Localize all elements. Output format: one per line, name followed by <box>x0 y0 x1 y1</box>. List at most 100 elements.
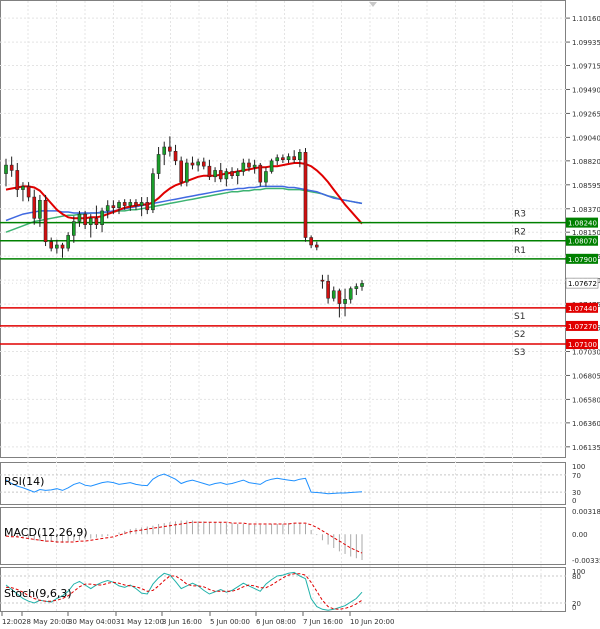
indicator-tick-label: 80 <box>572 573 581 581</box>
candle-body <box>105 205 110 212</box>
price-tick-label: 1.06580 <box>572 396 600 404</box>
level-name-r2: R2 <box>514 228 526 238</box>
time-tick-label: 12:00 <box>2 618 22 626</box>
candle-body <box>49 241 54 249</box>
current-price-label: 1.07672 <box>568 280 597 288</box>
level-price-label: 1.07270 <box>568 323 597 331</box>
macd-label: MACD(12,26,9) <box>4 526 88 539</box>
indicator-tick-label: 100 <box>572 463 585 471</box>
level-name-r1: R1 <box>514 246 526 256</box>
candle-body <box>303 152 308 238</box>
candle-body <box>162 146 167 155</box>
price-tick-label: 1.09265 <box>572 110 600 118</box>
candle-body <box>134 202 138 206</box>
indicator-tick-label: 0 <box>572 497 576 505</box>
candle-body <box>360 283 364 287</box>
candle-body <box>145 202 150 211</box>
price-tick-label: 1.08820 <box>572 158 600 166</box>
forex-chart: R3R2R1S1S2S3 RSI(14)10070300 MACD(12,26,… <box>0 0 600 626</box>
candle-body <box>275 157 280 162</box>
rsi-label: RSI(14) <box>4 475 44 488</box>
indicator-tick-label: -0.003359 <box>572 557 600 565</box>
candle-body <box>66 235 70 249</box>
price-tick-label: 1.06360 <box>572 420 600 428</box>
level-name-s1: S1 <box>514 312 525 322</box>
candle-body <box>224 171 229 180</box>
indicator-tick-label: 0 <box>572 604 576 612</box>
candle-body <box>100 210 104 225</box>
candle-body <box>55 244 59 249</box>
level-name-r3: R3 <box>514 210 526 220</box>
candle-body <box>309 237 313 246</box>
candle-body <box>320 279 325 282</box>
price-tick-label: 1.09715 <box>572 63 600 71</box>
candle-body <box>139 202 144 206</box>
time-tick-label: 30 May 04:00 <box>68 618 116 626</box>
candle-body <box>26 186 31 198</box>
level-name-s2: S2 <box>514 330 525 340</box>
indicator-tick-label: 70 <box>572 472 581 480</box>
indicator-tick-label: 30 <box>572 489 581 497</box>
level-price-label: 1.08070 <box>568 238 597 246</box>
time-tick-label: 3 Jun 16:00 <box>162 618 202 626</box>
candle-body <box>241 162 246 172</box>
candle-body <box>235 171 240 176</box>
indicator-tick-label: 0.003182 <box>572 508 600 516</box>
price-tick-label: 1.08370 <box>572 206 600 214</box>
candle-body <box>292 156 296 161</box>
level-price-label: 1.07100 <box>568 341 597 349</box>
candle-body <box>269 160 274 172</box>
candle-body <box>179 160 183 183</box>
candle-body <box>348 288 353 300</box>
candle-body <box>298 152 302 161</box>
candle-body <box>94 218 99 225</box>
candle-body <box>21 186 25 190</box>
candle-body <box>201 161 206 167</box>
candle-body <box>196 161 200 166</box>
price-tick-label: 1.09040 <box>572 134 600 142</box>
time-tick-label: 6 Jun 08:00 <box>256 618 296 626</box>
candle-body <box>32 196 37 219</box>
price-tick-label: 1.10160 <box>572 15 600 23</box>
price-tick-label: 1.07030 <box>572 348 600 356</box>
candle-body <box>117 202 121 208</box>
candle-body <box>111 205 116 208</box>
time-tick-label: 28 May 20:00 <box>22 618 70 626</box>
candle-body <box>173 150 178 162</box>
candle-body <box>156 154 161 174</box>
candle-body <box>258 164 263 183</box>
candle-body <box>281 157 285 161</box>
candle-body <box>331 290 336 299</box>
candle-body <box>207 165 212 178</box>
price-tick-label: 1.08595 <box>572 182 600 190</box>
candle-body <box>88 218 93 225</box>
level-price-label: 1.08240 <box>568 220 597 228</box>
candle-body <box>15 170 20 190</box>
candle-body <box>43 199 48 243</box>
stoch-label: Stoch(9,6,3) <box>4 587 72 600</box>
grid <box>0 0 566 612</box>
candle-body <box>122 202 127 206</box>
candle-body <box>4 164 8 174</box>
price-tick-label: 1.06805 <box>572 372 600 380</box>
candle-body <box>326 280 330 299</box>
candle-body <box>252 164 257 168</box>
candle-body <box>213 170 217 178</box>
price-tick-label: 1.06135 <box>572 444 600 452</box>
level-name-s3: S3 <box>514 348 525 358</box>
candle-body <box>247 162 251 168</box>
time-tick-label: 7 Jun 16:00 <box>303 618 343 626</box>
candle-body <box>230 171 234 176</box>
level-price-label: 1.07440 <box>568 305 597 313</box>
candle-body <box>83 213 87 225</box>
candle-body <box>218 170 223 180</box>
candle-body <box>151 173 155 211</box>
time-axis: 12:00 28 May 20:0030 May 04:00 31 May 12:0… <box>1 612 394 626</box>
candle-body <box>190 162 195 166</box>
level-price-label: 1.07900 <box>568 256 597 264</box>
time-tick-label: 31 May 12:00 <box>116 618 164 626</box>
candle-body <box>314 244 319 248</box>
candle-body <box>354 286 359 289</box>
price-tick-label: 1.09935 <box>572 39 600 47</box>
candle-body <box>128 202 133 206</box>
